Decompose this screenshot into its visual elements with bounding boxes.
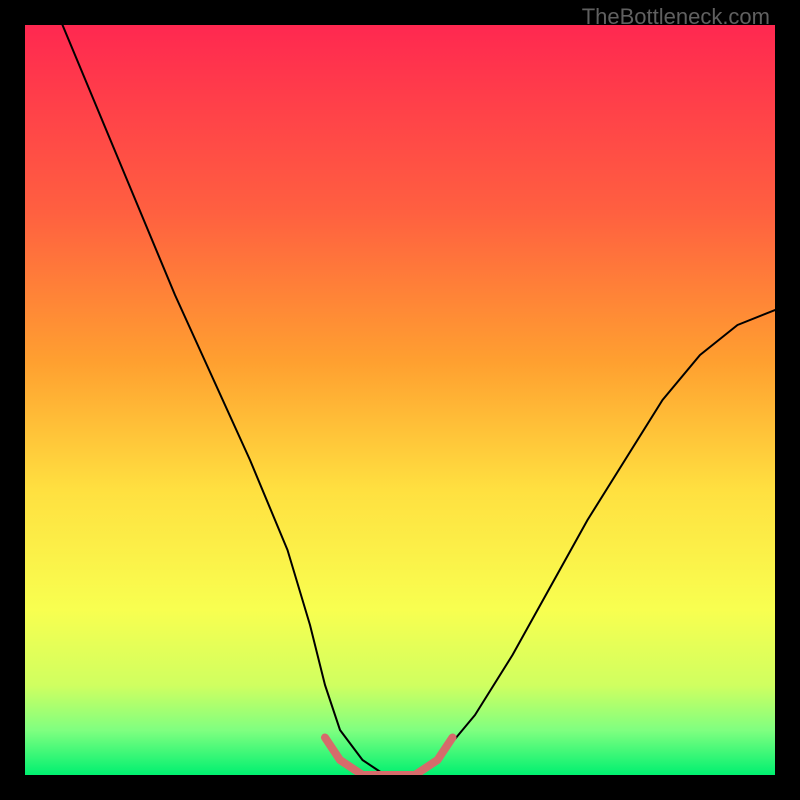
plot-area [25, 25, 775, 775]
chart-svg [25, 25, 775, 775]
chart-container: TheBottleneck.com [0, 0, 800, 800]
watermark-text: TheBottleneck.com [582, 4, 770, 30]
